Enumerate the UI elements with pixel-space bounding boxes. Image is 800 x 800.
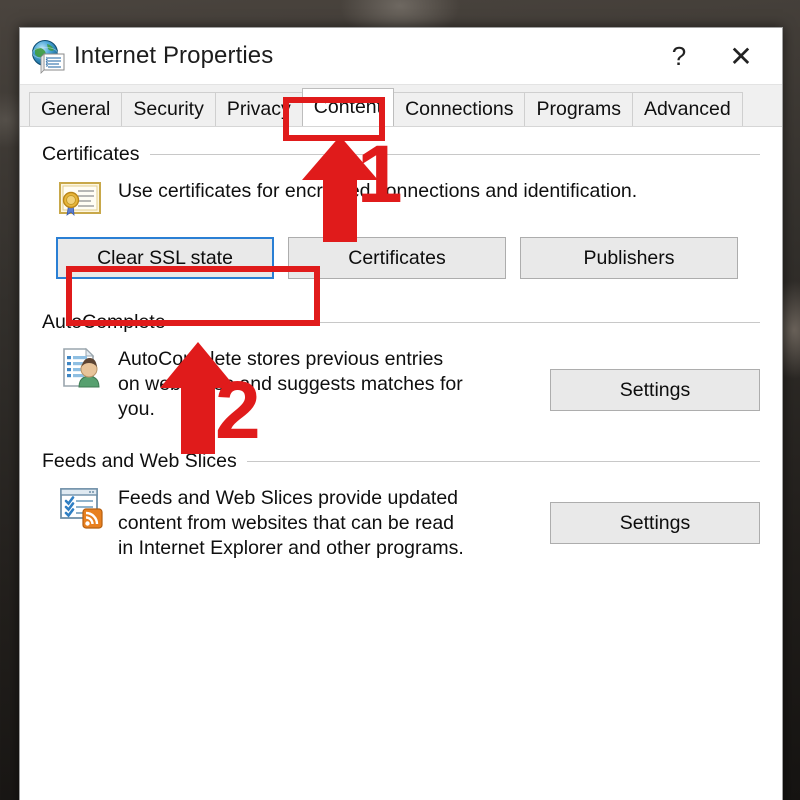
group-divider: [149, 153, 760, 155]
tab-advanced[interactable]: Advanced: [632, 92, 743, 126]
autocomplete-settings-button[interactable]: Settings: [550, 369, 760, 411]
certificates-group-header: Certificates: [42, 139, 760, 169]
certificates-description: Use certificates for encrypted connectio…: [118, 180, 638, 202]
tab-strip: General Security Privacy Content Connect…: [20, 84, 782, 126]
title-bar: Internet Properties ? ✕: [20, 28, 782, 84]
feeds-settings-button[interactable]: Settings: [550, 502, 760, 544]
tab-connections[interactable]: Connections: [393, 92, 526, 126]
certificates-button[interactable]: Certificates: [288, 237, 506, 279]
feeds-icon: [60, 488, 103, 529]
internet-properties-dialog: Internet Properties ? ✕ General Security…: [19, 27, 783, 800]
content-tab-page: Certificates Use certificates for encryp…: [20, 126, 782, 800]
publishers-button[interactable]: Publishers: [520, 237, 738, 279]
feeds-group-header: Feeds and Web Slices: [42, 446, 760, 476]
group-divider: [246, 460, 760, 462]
certificate-icon: [59, 182, 101, 217]
screenshot-root: Internet Properties ? ✕ General Security…: [0, 0, 800, 800]
clear-ssl-state-button[interactable]: Clear SSL state: [56, 237, 274, 279]
tab-privacy[interactable]: Privacy: [214, 92, 303, 126]
window-title: Internet Properties: [74, 42, 274, 69]
autocomplete-description: AutoComplete stores previous entries on …: [118, 348, 463, 420]
feeds-description: Feeds and Web Slices provide updated con…: [118, 487, 464, 559]
certificates-group-body: Use certificates for encrypted connectio…: [42, 175, 760, 223]
tab-content[interactable]: Content: [301, 88, 395, 126]
certificate-buttons-row: Clear SSL state Certificates Publishers: [42, 237, 760, 279]
certificates-group-label: Certificates: [42, 142, 140, 165]
autocomplete-group-label: AutoComplete: [42, 310, 166, 333]
close-button[interactable]: ✕: [714, 28, 768, 84]
feeds-group-label: Feeds and Web Slices: [42, 449, 237, 472]
autocomplete-icon: [63, 347, 100, 388]
help-button[interactable]: ?: [652, 28, 706, 84]
internet-properties-icon: [32, 40, 65, 74]
group-divider: [175, 321, 760, 323]
tab-general[interactable]: General: [29, 92, 123, 126]
tab-security[interactable]: Security: [121, 92, 216, 126]
tab-programs[interactable]: Programs: [524, 92, 634, 126]
autocomplete-group-header: AutoComplete: [42, 307, 760, 337]
